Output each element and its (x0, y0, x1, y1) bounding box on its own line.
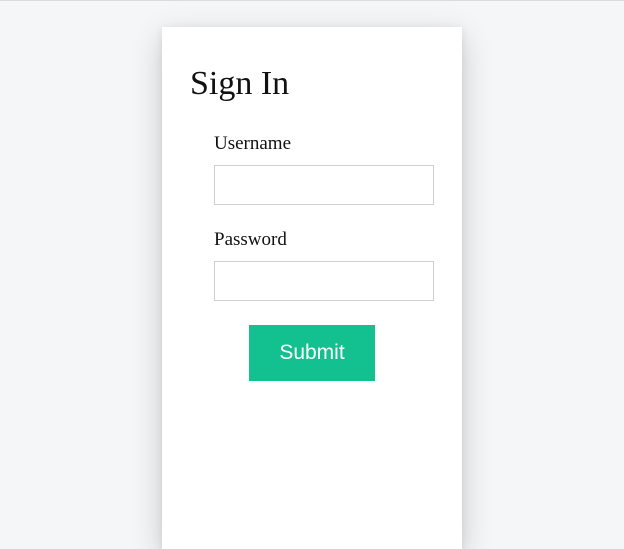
page-title: Sign In (190, 65, 434, 103)
username-label: Username (214, 133, 434, 155)
submit-button[interactable]: Submit (249, 325, 374, 381)
password-field-group: Password (214, 229, 434, 301)
username-field-group: Username (214, 133, 434, 205)
form-actions: Submit (190, 325, 434, 381)
password-label: Password (214, 229, 434, 251)
form-fields: Username Password (190, 133, 434, 301)
password-input[interactable] (214, 261, 434, 301)
username-input[interactable] (214, 165, 434, 205)
signin-card: Sign In Username Password Submit (162, 27, 462, 549)
